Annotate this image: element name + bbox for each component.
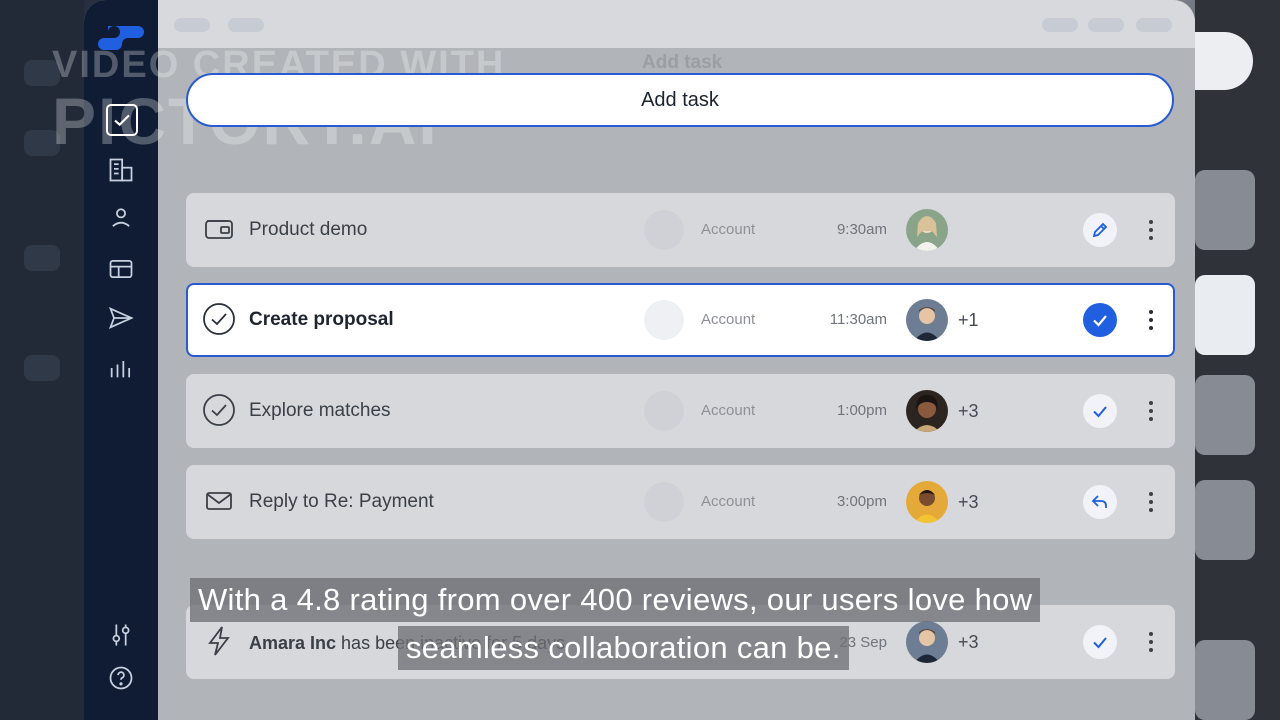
assignee-avatar	[906, 621, 948, 663]
task-time: 9:30am	[836, 221, 887, 238]
check-icon	[1093, 315, 1107, 327]
assignee-avatar	[906, 209, 948, 251]
background-add-task-pill	[1195, 32, 1253, 90]
task-account: Account	[701, 311, 756, 328]
task-time: 11:30am	[829, 311, 887, 328]
more-options-icon[interactable]	[1144, 489, 1158, 515]
check-circle-icon	[203, 303, 235, 335]
add-task-button[interactable]: Add task	[186, 73, 1174, 127]
settings-sliders-icon[interactable]	[105, 619, 137, 651]
video-caption-line1: With a 4.8 rating from over 400 reviews,…	[190, 578, 1041, 622]
assignee-extra-count: +3	[958, 492, 979, 512]
mail-icon	[206, 492, 232, 510]
account-avatar-placeholder	[644, 482, 684, 522]
more-options-icon[interactable]	[1144, 629, 1158, 655]
account-avatar-placeholder	[644, 210, 684, 250]
edit-task-button[interactable]	[1083, 213, 1117, 247]
assignee-avatar	[906, 299, 948, 341]
task-name: Explore matches	[249, 400, 391, 421]
task-time: 1:00pm	[836, 402, 887, 419]
more-options-icon[interactable]	[1144, 398, 1158, 424]
check-circle-icon	[203, 394, 235, 426]
alert-company: Amara Inc	[249, 633, 337, 653]
task-account: Account	[701, 493, 756, 510]
task-row[interactable]: Product demo Account 9:30am	[186, 193, 1175, 267]
top-bar	[158, 0, 1195, 48]
reply-button[interactable]	[1083, 485, 1117, 519]
reply-icon	[1091, 495, 1107, 508]
more-options-icon[interactable]	[1144, 217, 1158, 243]
assignee-extra-count: +3	[958, 401, 979, 421]
task-name: Product demo	[249, 219, 368, 240]
task-row[interactable]: Reply to Re: Payment Account 3:00pm +3	[186, 465, 1175, 539]
task-account: Account	[701, 221, 756, 238]
nav-send-icon[interactable]	[105, 302, 137, 334]
topbar-placeholder	[1136, 18, 1172, 32]
complete-task-button[interactable]	[1083, 625, 1117, 659]
pencil-icon	[1092, 222, 1108, 238]
complete-task-button[interactable]	[1083, 394, 1117, 428]
lightning-icon	[208, 626, 230, 656]
video-caption-line2: seamless collaboration can be.	[398, 626, 849, 670]
nav-table-icon[interactable]	[105, 253, 137, 285]
task-row-selected[interactable]: Create proposal Account 11:30am +1	[186, 283, 1175, 357]
task-time: 3:00pm	[836, 493, 887, 510]
assignee-extra-count: +3	[958, 632, 979, 652]
ghost-page-title: Add task	[642, 52, 723, 73]
task-name: Reply to Re: Payment	[249, 491, 434, 512]
topbar-placeholder	[228, 18, 264, 32]
account-avatar-placeholder	[644, 391, 684, 431]
topbar-placeholder	[1042, 18, 1078, 32]
assignee-avatar	[906, 481, 948, 523]
task-account: Account	[701, 402, 756, 419]
account-avatar-placeholder	[644, 300, 684, 340]
wallet-icon	[205, 220, 233, 239]
more-options-icon[interactable]	[1144, 307, 1158, 333]
topbar-placeholder	[1088, 18, 1124, 32]
nav-chart-icon[interactable]	[105, 352, 137, 384]
nav-person-icon[interactable]	[105, 202, 137, 234]
assignee-extra-count: +1	[958, 310, 979, 330]
task-row[interactable]: Explore matches Account 1:00pm +3	[186, 374, 1175, 448]
check-icon	[1093, 406, 1107, 418]
task-name: Create proposal	[249, 309, 394, 330]
topbar-placeholder	[174, 18, 210, 32]
assignee-avatar	[906, 390, 948, 432]
help-icon[interactable]	[105, 662, 137, 694]
background-panel	[1195, 0, 1280, 720]
check-icon	[1093, 637, 1107, 649]
complete-task-button[interactable]	[1083, 303, 1117, 337]
